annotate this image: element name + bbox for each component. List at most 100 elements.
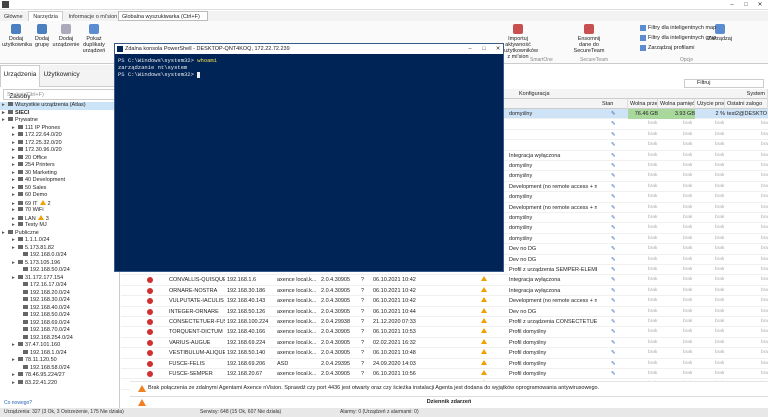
tree-item[interactable]: 192.168.0.0/24 <box>0 252 119 260</box>
table-row[interactable]: VULPUTATE-IACULIS 192.168.40.143 axence lo… <box>121 296 768 307</box>
tree-item[interactable]: 192.168.70.0/24 <box>0 327 119 335</box>
col-cpu[interactable]: Użycie proce <box>695 99 725 109</box>
tree-item[interactable]: ▸ 172.22.64.0/20 <box>0 132 119 140</box>
tree-item[interactable]: 172.16.17.0/24 <box>0 282 119 290</box>
tree-item[interactable]: 192.168.50.0/24 <box>0 267 119 275</box>
edit-icon[interactable]: ✎ <box>611 317 621 327</box>
profiles-button[interactable]: Zarządzaj profilami <box>640 44 740 53</box>
table-row[interactable]: FUSCE-SEMPER 192.168.20.67 axence local.k.… <box>121 369 768 380</box>
add-user-button[interactable]: Dodaj użytkownika <box>2 24 32 48</box>
tree-item[interactable]: ▸ 37.47.101.160 <box>0 342 119 350</box>
edit-icon[interactable]: ✎ <box>611 255 621 265</box>
col-last-logged[interactable]: Ostatni zalogo <box>725 99 768 109</box>
edit-icon[interactable]: ✎ <box>611 213 621 223</box>
tree-item[interactable]: ▸ 31.172.177.154 <box>0 274 119 283</box>
console-maximize-icon[interactable]: □ <box>477 44 491 54</box>
console-minimize-icon[interactable]: – <box>463 44 477 54</box>
tree-item[interactable]: ▸ 78.11.120.50 <box>0 357 119 365</box>
col-free-disk[interactable]: Wolna przes <box>628 99 658 109</box>
edit-icon[interactable]: ✎ <box>611 307 621 317</box>
tab-devices[interactable]: Urządzenia <box>0 65 40 87</box>
table-row[interactable]: ORNARE-NOSTRA 192.168.30.186 axence local.… <box>121 286 768 297</box>
powershell-console-window[interactable]: Zdalna konsola PowerShell - DESKTOP-QNT4… <box>114 43 504 272</box>
edit-icon[interactable]: ✎ <box>611 234 621 244</box>
tree-item[interactable]: ▸ 111 IP Phones <box>0 124 119 133</box>
import-activity-button[interactable]: Importuj aktywność użytkowników z mi'sio… <box>504 24 538 60</box>
edit-icon[interactable]: ✎ <box>611 244 621 254</box>
console-close-icon[interactable]: ✕ <box>491 44 505 54</box>
edit-icon[interactable]: ✎ <box>611 171 621 181</box>
table-row[interactable]: TORQUENT-DICTUM 192.168.40.166 axence loca… <box>121 327 768 338</box>
edit-icon[interactable]: ✎ <box>611 275 621 285</box>
tree-item[interactable]: ▸ Testy MJ <box>0 222 119 230</box>
secureteam-button[interactable]: Ensomnij dane do SecureTeam <box>572 24 606 54</box>
table-row[interactable]: VESTIBULUM-ALIQUET 192.168.50.140 axence l… <box>121 348 768 359</box>
tree-item[interactable]: ▸ 40 Development <box>0 177 119 185</box>
edit-icon[interactable]: ✎ <box>611 140 621 150</box>
tree-item[interactable]: 192.168.50.0/24 <box>0 312 119 320</box>
edit-icon[interactable]: ✎ <box>611 286 621 296</box>
tree-item[interactable]: ▸ 60 Demo <box>0 192 119 200</box>
tree-item[interactable]: ▸ LAN 3 <box>0 214 119 223</box>
edit-icon[interactable]: ✎ <box>611 203 621 213</box>
col-free-memory[interactable]: Wolna pamięć fi <box>658 99 695 109</box>
edit-icon[interactable]: ✎ <box>611 109 621 119</box>
tree-item[interactable]: ▸ 30 Marketing <box>0 169 119 178</box>
edit-icon[interactable]: ✎ <box>611 151 621 161</box>
tree-item[interactable]: 192.168.40.0/24 <box>0 304 119 313</box>
table-row[interactable]: FUSCE-FELIS 192.168.69.206 ASD 2.0.4.29395?… <box>121 359 768 369</box>
tree-item[interactable]: ▸ 5.173.81.82 <box>0 244 119 253</box>
edit-icon[interactable]: ✎ <box>611 119 621 129</box>
tree-item[interactable]: ▸ 20 Office <box>0 154 119 163</box>
tree-item[interactable]: 192.168.20.0/24 <box>0 289 119 298</box>
tree-item[interactable]: ▸ 70 WiFi <box>0 207 119 215</box>
table-row[interactable]: VARIUS-AUGUE 192.168.69.224 axence local.k… <box>121 338 768 349</box>
table-row[interactable]: INTEGER-ORNARE 192.168.50.126 axence local… <box>121 307 768 317</box>
table-row[interactable]: CONVALLIS-QUISQUE 192.168.1.6 axence local… <box>121 275 768 286</box>
minimize-icon[interactable]: – <box>726 1 738 9</box>
edit-icon[interactable]: ✎ <box>611 161 621 171</box>
edit-icon[interactable]: ✎ <box>611 265 621 275</box>
tree-item[interactable]: ▸ 5.173.105.196 <box>0 259 119 268</box>
edit-icon[interactable]: ✎ <box>611 223 621 233</box>
close-icon[interactable]: ✕ <box>754 1 766 9</box>
edit-icon[interactable]: ✎ <box>611 182 621 192</box>
tree-item[interactable]: 192.168.254.0/24 <box>0 334 119 343</box>
edit-icon[interactable]: ✎ <box>611 369 621 379</box>
tree-item[interactable]: ▸ Wszystkie urządzenia (Atlas) <box>0 102 119 110</box>
tab-users[interactable]: Użytkownicy <box>42 66 82 88</box>
edit-icon[interactable]: ✎ <box>611 296 621 306</box>
tree-item[interactable]: ▸ Prywatne <box>0 117 119 125</box>
tree-item[interactable]: ▸ 172.25.32.0/20 <box>0 139 119 148</box>
tree-item[interactable]: ▸ 172.30.96.0/20 <box>0 147 119 155</box>
edit-icon[interactable]: ✎ <box>611 348 621 358</box>
table-row[interactable]: CONSECTETUER-FUSCE192.168.100.224 axence … <box>121 317 768 328</box>
console-body[interactable]: PS C:\Windows\system32> whoami zarządzan… <box>115 54 503 81</box>
tree-item[interactable]: ▸ 1.1.1.0/24 <box>0 237 119 245</box>
tab-tools[interactable]: Narzędzia <box>28 11 63 21</box>
tree-item[interactable]: ▸ Publiczne <box>0 229 119 238</box>
tree-item[interactable]: ▸ 83.22.41.220 <box>0 379 119 388</box>
edit-icon[interactable]: ✎ <box>611 130 621 140</box>
edit-icon[interactable]: ✎ <box>611 359 621 369</box>
tree-item[interactable]: 192.168.69.0/24 <box>0 319 119 328</box>
smart-groups-filter-button[interactable]: Filtry dla inteligentnych grup <box>640 34 740 43</box>
event-log-bar[interactable]: Dziennik zdarzeń <box>130 396 768 407</box>
global-search-tab[interactable]: Globalna wyszukiwarka (Ctrl+F) <box>118 11 208 21</box>
tree-item[interactable]: ▸ 254 Printers <box>0 162 119 170</box>
tree-item[interactable]: 192.168.58.0/24 <box>0 364 119 373</box>
smart-maps-filter-button[interactable]: Filtry dla inteligentnych map <box>640 24 740 33</box>
duplicates-button[interactable]: Pokaż duplikaty urządzeń <box>80 24 108 54</box>
col-status[interactable]: Stan <box>600 99 628 109</box>
edit-icon[interactable]: ✎ <box>611 192 621 202</box>
maximize-icon[interactable]: □ <box>740 1 752 9</box>
tree-item[interactable]: ▸ 69 IT 2 <box>0 199 119 208</box>
whats-new-link[interactable]: Co nowego? <box>4 400 32 406</box>
tree-item[interactable]: 192.168.1.0/24 <box>0 349 119 358</box>
add-device-button[interactable]: Dodaj urządzenie <box>52 24 80 48</box>
edit-icon[interactable]: ✎ <box>611 338 621 348</box>
edit-icon[interactable]: ✎ <box>611 327 621 337</box>
tree-item[interactable]: 192.168.30.0/24 <box>0 297 119 305</box>
tree-item[interactable]: ▸ 50 Sales <box>0 184 119 193</box>
tree-item[interactable]: ▸ 78.46.95.224/27 <box>0 372 119 380</box>
